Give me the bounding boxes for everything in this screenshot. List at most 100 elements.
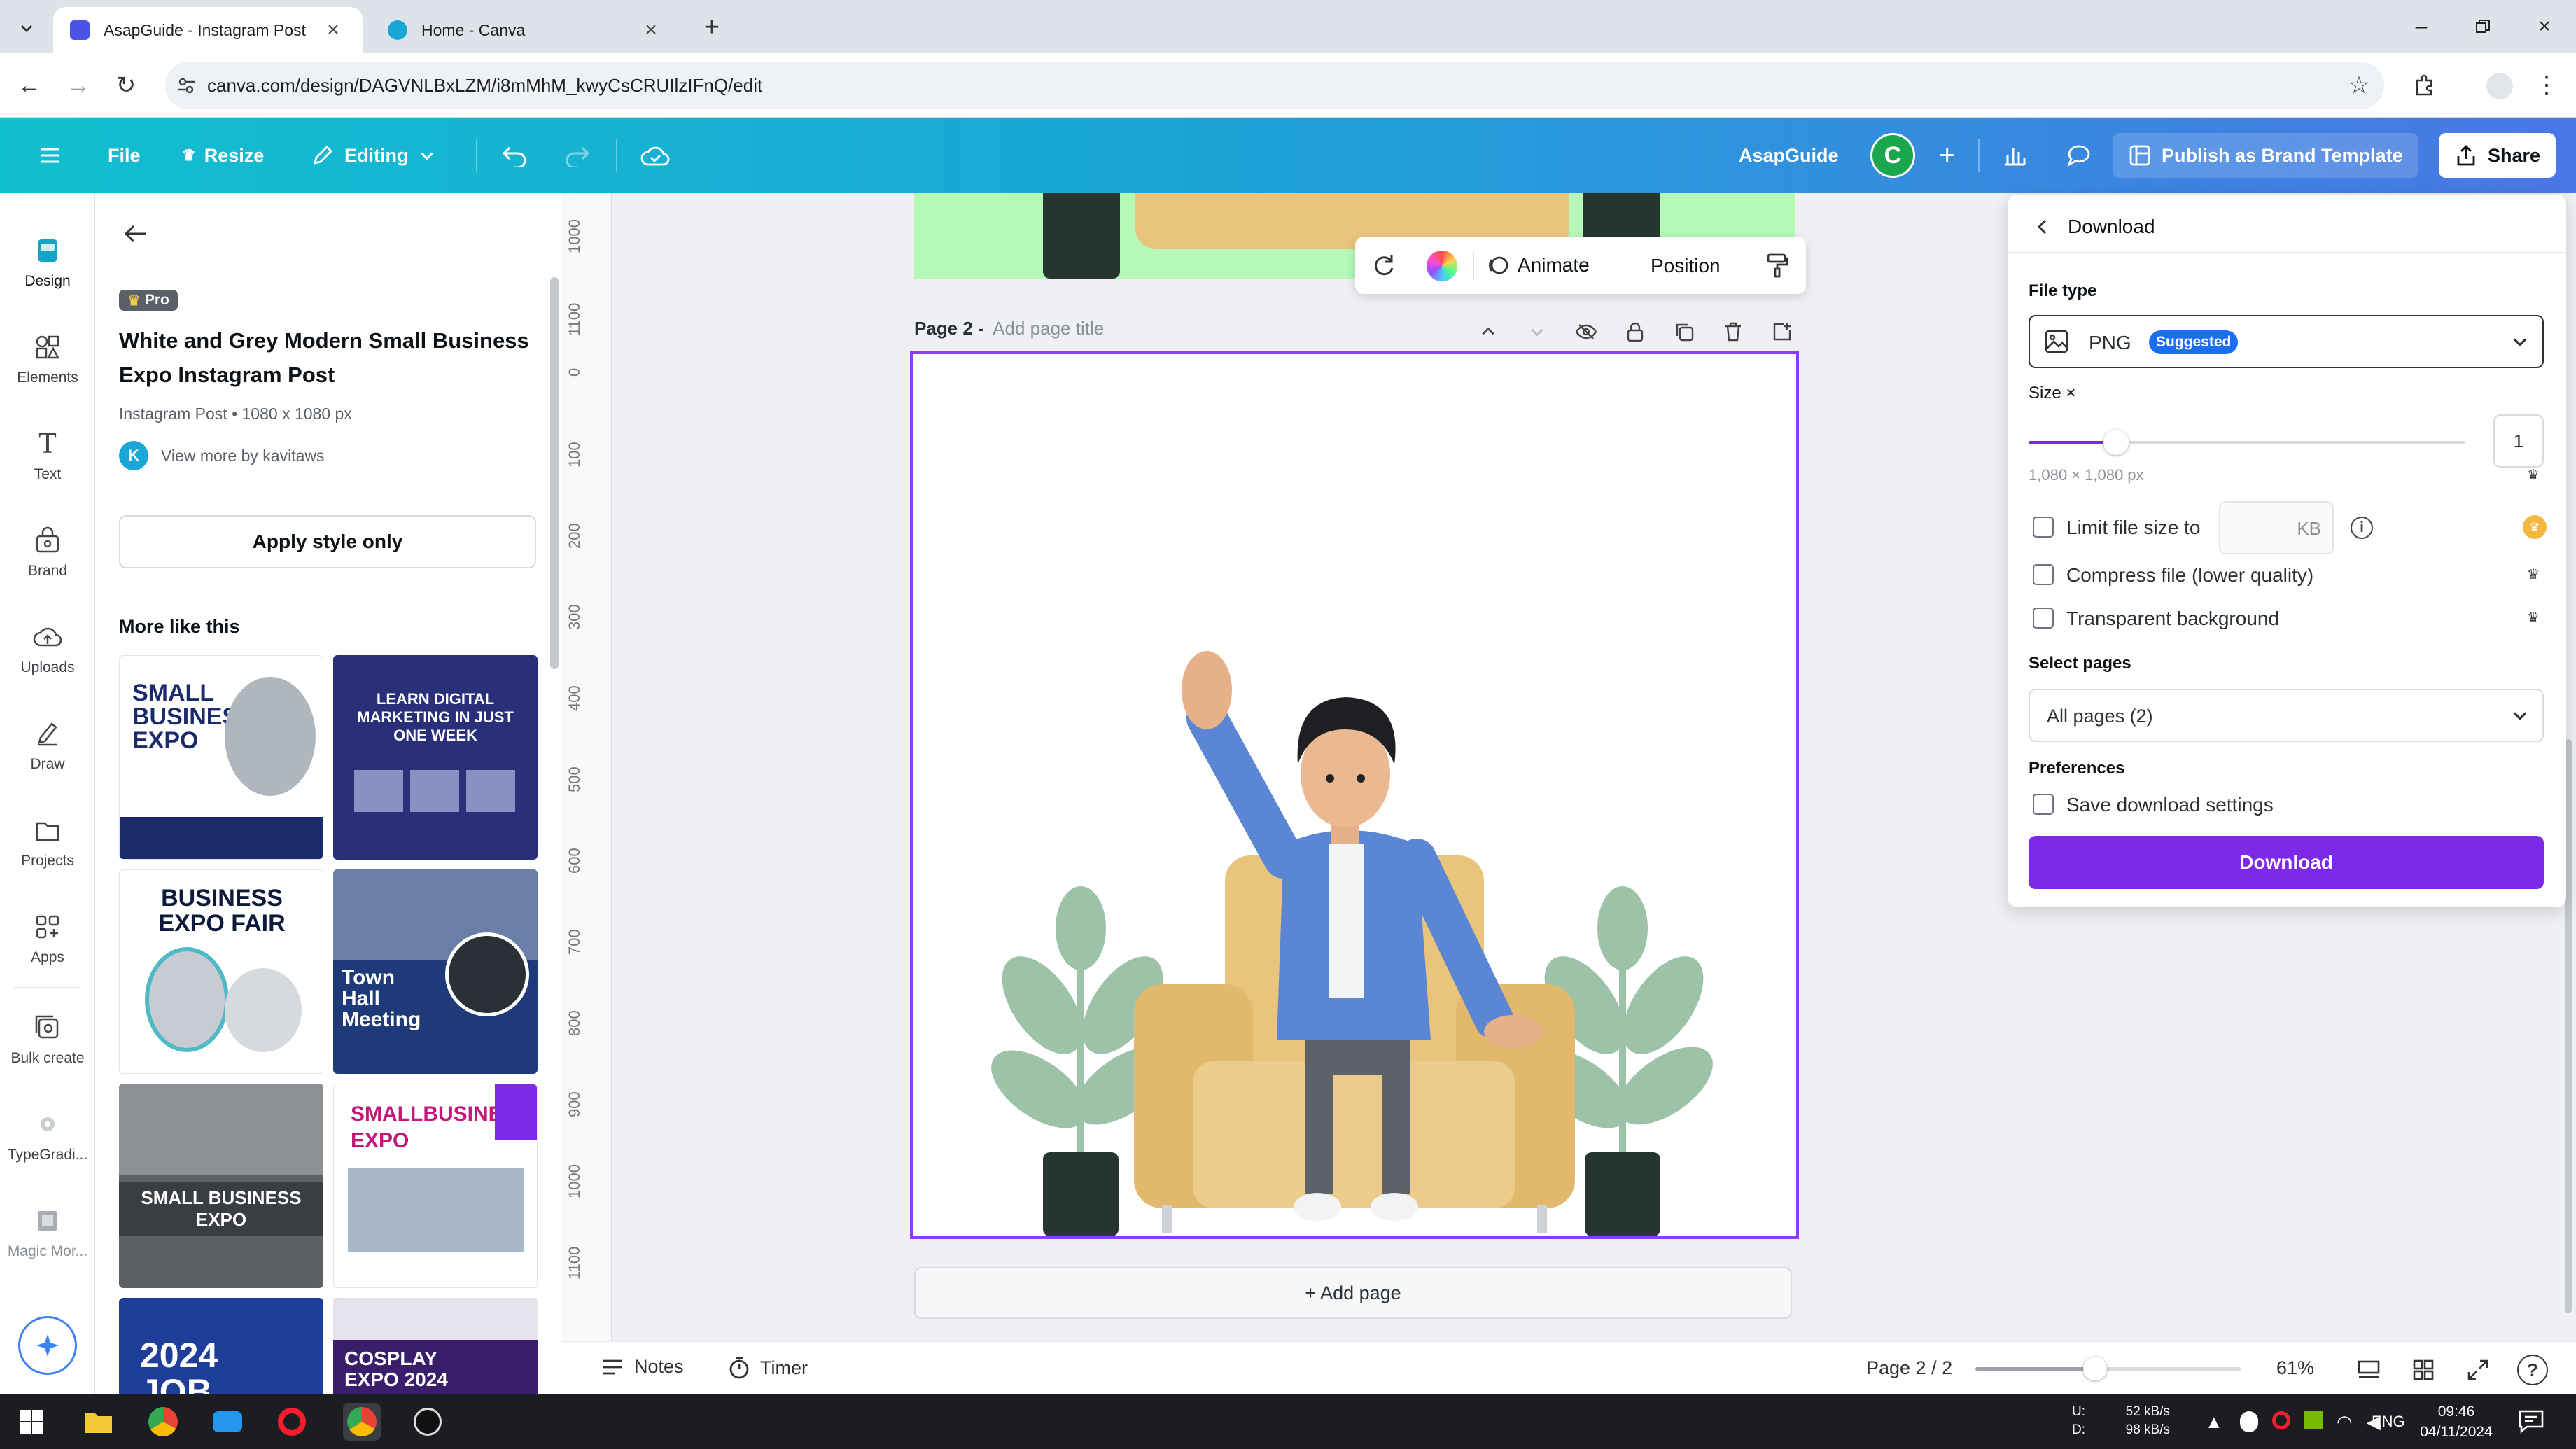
browser-menu-icon[interactable]: ⋮ bbox=[2530, 69, 2563, 102]
template-thumbnail[interactable]: SMALL BUSINESS EXPO bbox=[119, 655, 323, 860]
select-pages-dropdown[interactable]: All pages (2) bbox=[2029, 689, 2544, 742]
zoom-value[interactable]: 61% bbox=[2276, 1357, 2314, 1379]
file-explorer-icon[interactable] bbox=[80, 1403, 118, 1441]
rail-item-design[interactable]: Design bbox=[0, 221, 95, 304]
add-page-after-icon[interactable] bbox=[1767, 321, 1798, 342]
template-thumbnail[interactable]: COSPLAY EXPO 2024 bbox=[333, 1298, 538, 1394]
size-slider[interactable] bbox=[2029, 428, 2465, 456]
help-button[interactable]: ? bbox=[2517, 1354, 2548, 1385]
download-back-button[interactable] bbox=[2029, 211, 2057, 242]
apply-style-button[interactable]: Apply style only bbox=[119, 515, 536, 568]
minimize-button[interactable]: – bbox=[2390, 6, 2453, 48]
rail-item-apps[interactable]: Apps bbox=[0, 897, 95, 980]
rail-item-bulk-create[interactable]: Bulk create bbox=[0, 998, 95, 1081]
file-type-select[interactable]: PNG Suggested bbox=[2029, 315, 2544, 368]
hide-page-icon[interactable] bbox=[1571, 322, 1602, 342]
site-info-icon[interactable] bbox=[175, 74, 197, 97]
user-avatar[interactable]: C bbox=[1870, 133, 1915, 178]
page-view-button[interactable] bbox=[2353, 1354, 2384, 1385]
template-thumbnail[interactable]: Town Hall Meeting bbox=[333, 869, 538, 1074]
browser-tab-home-canva[interactable]: Home - Canva × bbox=[371, 7, 680, 53]
bookmark-star-icon[interactable]: ☆ bbox=[2342, 69, 2376, 102]
page-title-input[interactable]: Add page title bbox=[993, 318, 1104, 339]
limit-file-size-checkbox[interactable] bbox=[2033, 517, 2054, 538]
editing-mode-button[interactable]: Editing bbox=[301, 133, 446, 178]
profile-avatar[interactable] bbox=[2486, 73, 2513, 99]
lock-icon[interactable] bbox=[1620, 321, 1651, 342]
rail-item-magic-morph[interactable]: Magic Mor... bbox=[0, 1191, 95, 1274]
duplicate-page-icon[interactable] bbox=[1669, 321, 1700, 342]
clock[interactable]: 09:46 04/11/2024 bbox=[2415, 1401, 2498, 1442]
move-page-up-icon[interactable] bbox=[1473, 323, 1504, 341]
save-status-button[interactable] bbox=[630, 133, 690, 178]
publish-brand-template-button[interactable]: Publish as Brand Template bbox=[2113, 133, 2418, 178]
wifi-icon[interactable]: ◠ bbox=[2337, 1411, 2353, 1433]
template-thumbnail[interactable]: BUSINESS EXPO FAIR bbox=[119, 869, 323, 1074]
reload-icon[interactable]: ↻ bbox=[109, 69, 143, 102]
color-button[interactable] bbox=[1427, 251, 1457, 281]
rail-item-typegradient[interactable]: TypeGradi... bbox=[0, 1095, 95, 1177]
chrome-icon[interactable] bbox=[144, 1403, 182, 1441]
restore-button[interactable] bbox=[2451, 6, 2514, 48]
windows-start-icon[interactable] bbox=[13, 1403, 50, 1441]
slider-thumb[interactable] bbox=[2104, 430, 2129, 455]
file-menu-button[interactable]: File bbox=[98, 133, 150, 178]
notes-button[interactable]: Notes bbox=[601, 1356, 684, 1378]
size-input[interactable]: 1 bbox=[2493, 414, 2544, 468]
copy-style-button[interactable] bbox=[1760, 248, 1795, 283]
delete-page-icon[interactable] bbox=[1718, 321, 1749, 342]
address-bar[interactable]: canva.com/design/DAGVNLBxLZM/i8mMhM_kwyC… bbox=[165, 62, 2384, 109]
slider-thumb[interactable] bbox=[2083, 1357, 2107, 1380]
template-thumbnail[interactable]: 2024 JOB FAIR bbox=[119, 1298, 323, 1394]
compress-file-checkbox[interactable] bbox=[2033, 564, 2054, 585]
rail-item-uploads[interactable]: Uploads bbox=[0, 608, 95, 690]
timer-button[interactable]: Timer bbox=[728, 1356, 808, 1380]
close-icon[interactable]: × bbox=[638, 18, 664, 43]
page-indicator[interactable]: Page 2 / 2 bbox=[1866, 1357, 1952, 1379]
rail-item-draw[interactable]: Draw bbox=[0, 704, 95, 787]
comments-button[interactable] bbox=[2055, 133, 2113, 178]
magic-assistant-button[interactable] bbox=[18, 1316, 77, 1375]
position-button[interactable]: Position bbox=[1651, 255, 1721, 277]
nvidia-tray-icon[interactable] bbox=[2304, 1411, 2323, 1429]
grid-view-button[interactable] bbox=[2408, 1354, 2439, 1385]
share-button[interactable]: Share bbox=[2439, 133, 2556, 178]
animate-button[interactable]: Animate bbox=[1485, 248, 1590, 283]
close-icon[interactable]: × bbox=[321, 18, 346, 43]
opera-icon[interactable] bbox=[273, 1403, 311, 1441]
docker-icon[interactable] bbox=[209, 1403, 246, 1441]
extensions-icon[interactable] bbox=[2408, 69, 2442, 102]
template-thumbnail[interactable]: LEARN DIGITAL MARKETING IN JUST ONE WEEK bbox=[333, 655, 538, 860]
mic-tray-icon[interactable] bbox=[2240, 1411, 2258, 1432]
notifications-icon[interactable] bbox=[2517, 1408, 2545, 1434]
rail-item-elements[interactable]: Elements bbox=[0, 318, 95, 400]
undo-button[interactable] bbox=[491, 133, 549, 178]
microphone-icon[interactable]: ▲ bbox=[2205, 1411, 2223, 1433]
save-settings-checkbox[interactable] bbox=[2033, 794, 2054, 815]
close-window-button[interactable]: × bbox=[2513, 6, 2576, 48]
language-indicator[interactable]: ENG bbox=[2372, 1413, 2405, 1431]
template-thumbnail[interactable]: SMALLBUSINESS EXPO bbox=[333, 1084, 538, 1288]
transparent-background-checkbox[interactable] bbox=[2033, 608, 2054, 629]
add-page-button[interactable]: + Add page bbox=[914, 1267, 1792, 1319]
forward-icon[interactable]: → bbox=[62, 69, 95, 102]
rail-item-brand[interactable]: Brand bbox=[0, 511, 95, 594]
panel-scrollbar[interactable] bbox=[550, 277, 559, 669]
back-icon[interactable]: ← bbox=[13, 69, 46, 102]
move-page-down-icon[interactable] bbox=[1522, 323, 1553, 341]
rail-item-projects[interactable]: Projects bbox=[0, 801, 95, 883]
redo-button[interactable] bbox=[553, 133, 610, 178]
insights-button[interactable] bbox=[1992, 133, 2047, 178]
opera-tray-icon[interactable] bbox=[2272, 1411, 2290, 1429]
file-size-limit-input[interactable]: KB bbox=[2219, 501, 2334, 554]
download-button[interactable]: Download bbox=[2029, 836, 2544, 889]
invite-button[interactable]: + bbox=[1929, 133, 1965, 178]
new-tab-button[interactable]: + bbox=[694, 10, 729, 45]
rail-item-text[interactable]: T Text bbox=[0, 414, 95, 497]
magic-edit-button[interactable] bbox=[1366, 248, 1401, 283]
tab-search-button[interactable] bbox=[10, 11, 43, 45]
main-menu-button[interactable] bbox=[28, 133, 81, 178]
resize-button[interactable]: ♛ Resize bbox=[172, 133, 274, 178]
template-thumbnail[interactable]: SMALL BUSINESS EXPO bbox=[119, 1084, 323, 1288]
browser-tab-asapguide[interactable]: AsapGuide - Instagram Post × bbox=[53, 7, 363, 53]
